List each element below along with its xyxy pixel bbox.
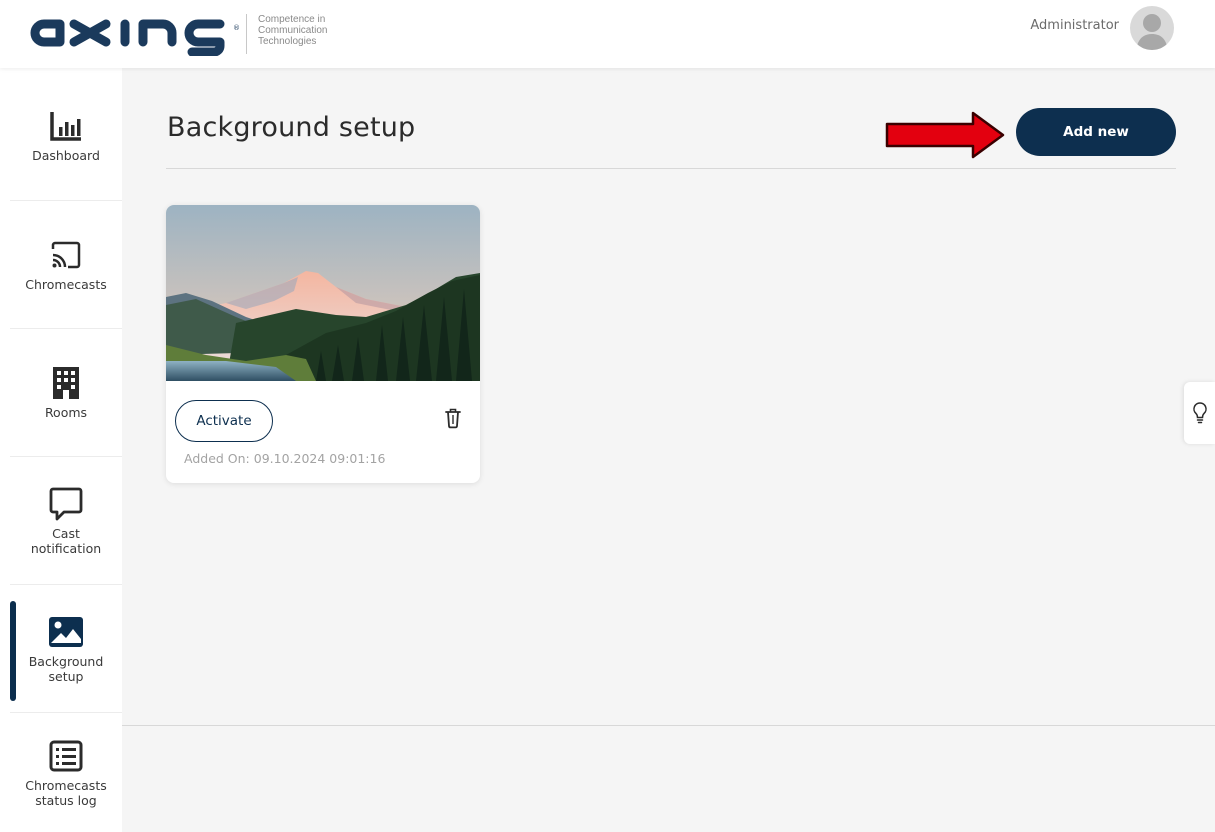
list-icon — [48, 738, 84, 774]
trash-icon[interactable] — [444, 407, 462, 429]
avatar-person-icon — [1136, 14, 1168, 50]
active-nav-indicator — [10, 601, 16, 701]
bar-chart-icon — [48, 108, 84, 144]
background-card: Activate Added On: 09.10.2024 09:01:16 — [166, 205, 480, 483]
page-title: Background setup — [167, 112, 416, 143]
sidebar-item-label: Background setup — [28, 653, 104, 684]
added-on-timestamp: Added On: 09.10.2024 09:01:16 — [184, 451, 386, 466]
axing-logo[interactable]: ® Competence in Communication Technologi… — [30, 10, 330, 56]
logo-registered-mark: ® — [233, 24, 240, 32]
sidebar-item-label: Dashboard — [32, 147, 100, 163]
sidebar-item-rooms[interactable]: Rooms — [10, 329, 122, 457]
footer-divider — [122, 725, 1215, 726]
top-header: ® Competence in Communication Technologi… — [0, 0, 1215, 68]
building-icon — [48, 365, 84, 401]
sidebar-item-chromecasts[interactable]: Chromecasts — [10, 201, 122, 329]
tagline-line-1: Competence in — [258, 14, 326, 25]
user-name[interactable]: Administrator — [1030, 18, 1119, 33]
sidebar-item-label: Chromecasts status log — [25, 777, 107, 808]
cast-icon — [48, 237, 84, 273]
sidebar-item-chromecasts-status-log[interactable]: Chromecasts status log — [10, 713, 122, 832]
chat-bubble-icon — [48, 486, 84, 522]
title-divider — [166, 168, 1176, 169]
add-new-button[interactable]: Add new — [1016, 108, 1176, 156]
image-icon — [48, 614, 84, 650]
tagline-line-2: Communication — [258, 25, 328, 36]
sidebar-item-label: Cast notification — [30, 525, 102, 556]
background-thumbnail[interactable] — [166, 205, 480, 381]
sidebar-item-label: Chromecasts — [25, 277, 107, 292]
lightbulb-icon — [1192, 402, 1207, 424]
sidebar-item-dashboard[interactable]: Dashboard — [10, 70, 122, 201]
hint-tab[interactable] — [1184, 382, 1215, 444]
sidebar-item-label: Rooms — [44, 405, 88, 420]
logo-divider — [246, 14, 247, 54]
logo-tagline: Competence in Communication Technologies — [258, 14, 327, 47]
activate-button[interactable]: Activate — [175, 400, 273, 442]
sidebar-item-background-setup[interactable]: Background setup — [10, 585, 122, 713]
sidebar-item-cast-notification[interactable]: Cast notification — [10, 457, 122, 585]
logo-wordmark — [30, 19, 225, 56]
annotation-arrow-icon — [885, 111, 1005, 159]
user-avatar[interactable] — [1130, 6, 1174, 50]
tagline-line-3: Technologies — [258, 36, 317, 47]
